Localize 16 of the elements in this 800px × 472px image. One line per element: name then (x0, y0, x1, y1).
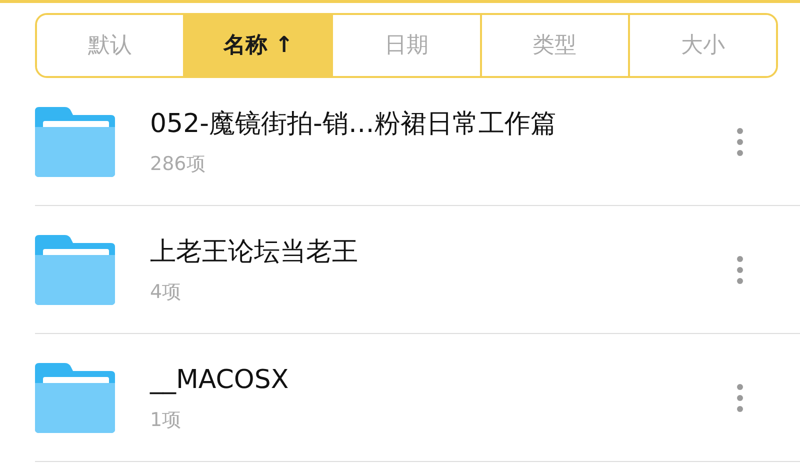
item-count: 1项 (150, 408, 182, 433)
folder-row[interactable]: 052-魔镜街拍-销…粉裙日常工作篇 286项 (35, 78, 800, 206)
item-count: 286项 (150, 152, 206, 177)
folder-icon (35, 234, 115, 304)
more-icon[interactable] (736, 382, 744, 412)
folder-icon (35, 106, 115, 176)
sort-tab[interactable]: 名称 ↑ (183, 15, 332, 76)
more-icon[interactable] (736, 126, 744, 156)
folder-row[interactable]: 上老王论坛当老王 4项 (35, 206, 800, 334)
folder-name: __MACOSX (150, 364, 290, 397)
folder-row[interactable]: __MACOSX 1项 (35, 334, 800, 462)
folder-name: 052-魔镜街拍-销…粉裙日常工作篇 (150, 108, 558, 141)
item-count: 4项 (150, 280, 182, 305)
folder-icon (35, 362, 115, 432)
more-icon[interactable] (736, 254, 744, 284)
folder-name: 上老王论坛当老王 (150, 236, 359, 269)
